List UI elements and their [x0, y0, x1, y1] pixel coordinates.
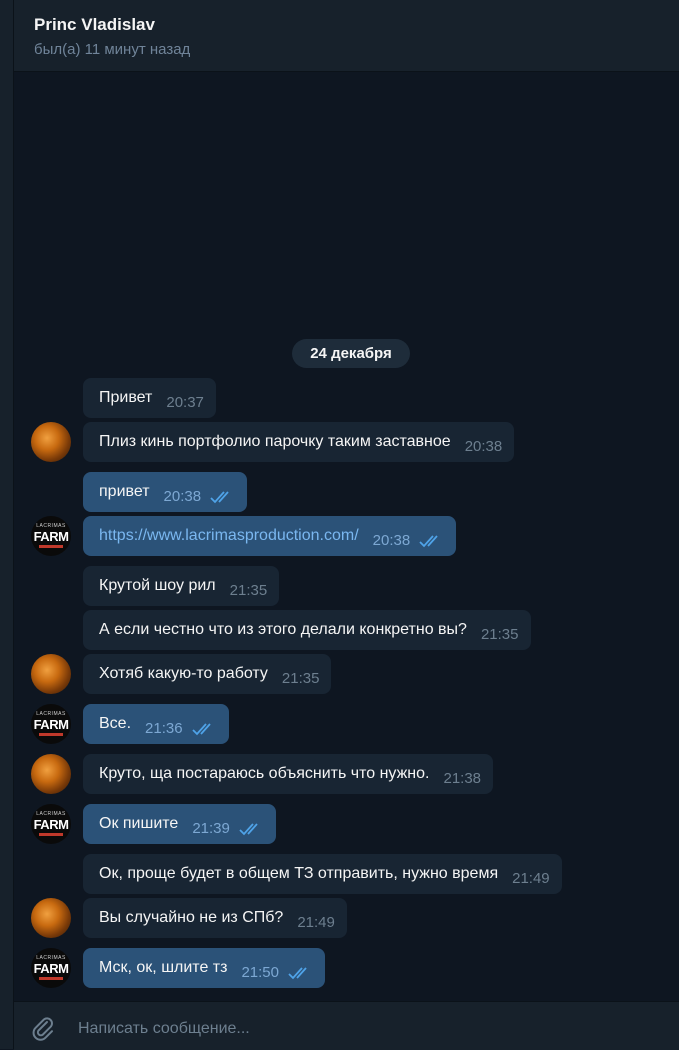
message-incoming[interactable]: Ок, проще будет в общем ТЗ отправить, ну… — [83, 854, 562, 894]
message-time: 21:35 — [480, 626, 519, 643]
contact-avatar[interactable] — [31, 422, 71, 462]
message-outgoing-link[interactable]: https://www.lacrimasproduction.com/ 20:3… — [83, 516, 457, 556]
message-time: 21:35 — [229, 582, 268, 599]
message-time: 21:38 — [443, 770, 482, 787]
contact-name[interactable]: Princ Vladislav — [34, 15, 155, 35]
message-incoming[interactable]: Плиз кинь портфолио парочку таким застав… — [83, 422, 515, 462]
chat-header[interactable]: Princ Vladislav был(а) 11 минут назад — [14, 0, 679, 72]
message-outgoing[interactable]: Мск, ок, шлите тз 21:50 — [83, 948, 325, 988]
message-text: Ок пишите — [99, 815, 179, 832]
message-input[interactable]: Написать сообщение... — [78, 1020, 250, 1038]
read-check-icon — [191, 722, 217, 736]
read-check-icon — [209, 490, 235, 504]
message-text: Круто, ща постараюсь объяснить что нужно… — [99, 765, 430, 782]
message-time: 21:35 — [281, 670, 320, 687]
message-time: 21:36 — [145, 720, 183, 737]
self-avatar[interactable]: LACRIMAS FARM — [31, 704, 71, 744]
contact-avatar[interactable] — [31, 654, 71, 694]
message-time: 20:38 — [163, 488, 202, 505]
message-incoming[interactable]: А если честно что из этого делали конкре… — [83, 610, 531, 650]
read-check-icon — [238, 822, 264, 836]
message-text: привет — [99, 483, 150, 500]
message-outgoing[interactable]: Все. 21:36 — [83, 704, 229, 744]
message-text: Крутой шоу рил — [99, 577, 216, 594]
message-composer: Написать сообщение... — [14, 1001, 679, 1050]
message-text: Ок, проще будет в общем ТЗ отправить, ну… — [99, 865, 499, 882]
message-time: 21:50 — [241, 964, 279, 981]
message-time: 20:37 — [166, 394, 204, 411]
message-outgoing[interactable]: Ок пишите 21:39 — [83, 804, 276, 844]
message-incoming[interactable]: Круто, ща постараюсь объяснить что нужно… — [83, 754, 494, 794]
message-time: 21:49 — [512, 870, 550, 887]
message-time: 21:39 — [192, 820, 230, 837]
message-time: 20:38 — [372, 532, 411, 549]
read-check-icon — [287, 966, 313, 980]
self-avatar[interactable]: LACRIMAS FARM — [31, 948, 71, 988]
read-check-icon — [418, 534, 444, 548]
left-sidebar-edge — [0, 0, 14, 1049]
message-text: А если честно что из этого делали конкре… — [99, 621, 467, 638]
self-avatar[interactable]: LACRIMAS FARM — [31, 804, 71, 844]
message-incoming[interactable]: Привет 20:37 — [83, 378, 216, 418]
message-text: Плиз кинь портфолио парочку таким застав… — [99, 433, 451, 450]
message-time: 20:38 — [464, 438, 503, 455]
date-separator: 24 декабря — [292, 339, 410, 368]
contact-avatar[interactable] — [31, 898, 71, 938]
message-outgoing[interactable]: привет 20:38 — [83, 472, 248, 512]
message-text: Хотяб какую-то работу — [99, 665, 268, 682]
message-incoming[interactable]: Крутой шоу рил 21:35 — [83, 566, 280, 606]
message-text: Все. — [99, 715, 132, 732]
self-avatar[interactable]: LACRIMAS FARM — [31, 516, 71, 556]
attach-paperclip-icon[interactable] — [30, 1015, 56, 1041]
contact-status: был(а) 11 минут назад — [34, 41, 191, 58]
message-incoming[interactable]: Вы случайно не из СПб? 21:49 — [83, 898, 347, 938]
message-incoming[interactable]: Хотяб какую-то работу 21:35 — [83, 654, 332, 694]
contact-avatar[interactable] — [31, 754, 71, 794]
message-time: 21:49 — [297, 914, 335, 931]
message-text: Привет — [99, 389, 153, 406]
message-text: Мск, ок, шлите тз — [99, 959, 228, 976]
message-text: Вы случайно не из СПб? — [99, 909, 284, 926]
message-link[interactable]: https://www.lacrimasproduction.com/ — [99, 527, 359, 545]
